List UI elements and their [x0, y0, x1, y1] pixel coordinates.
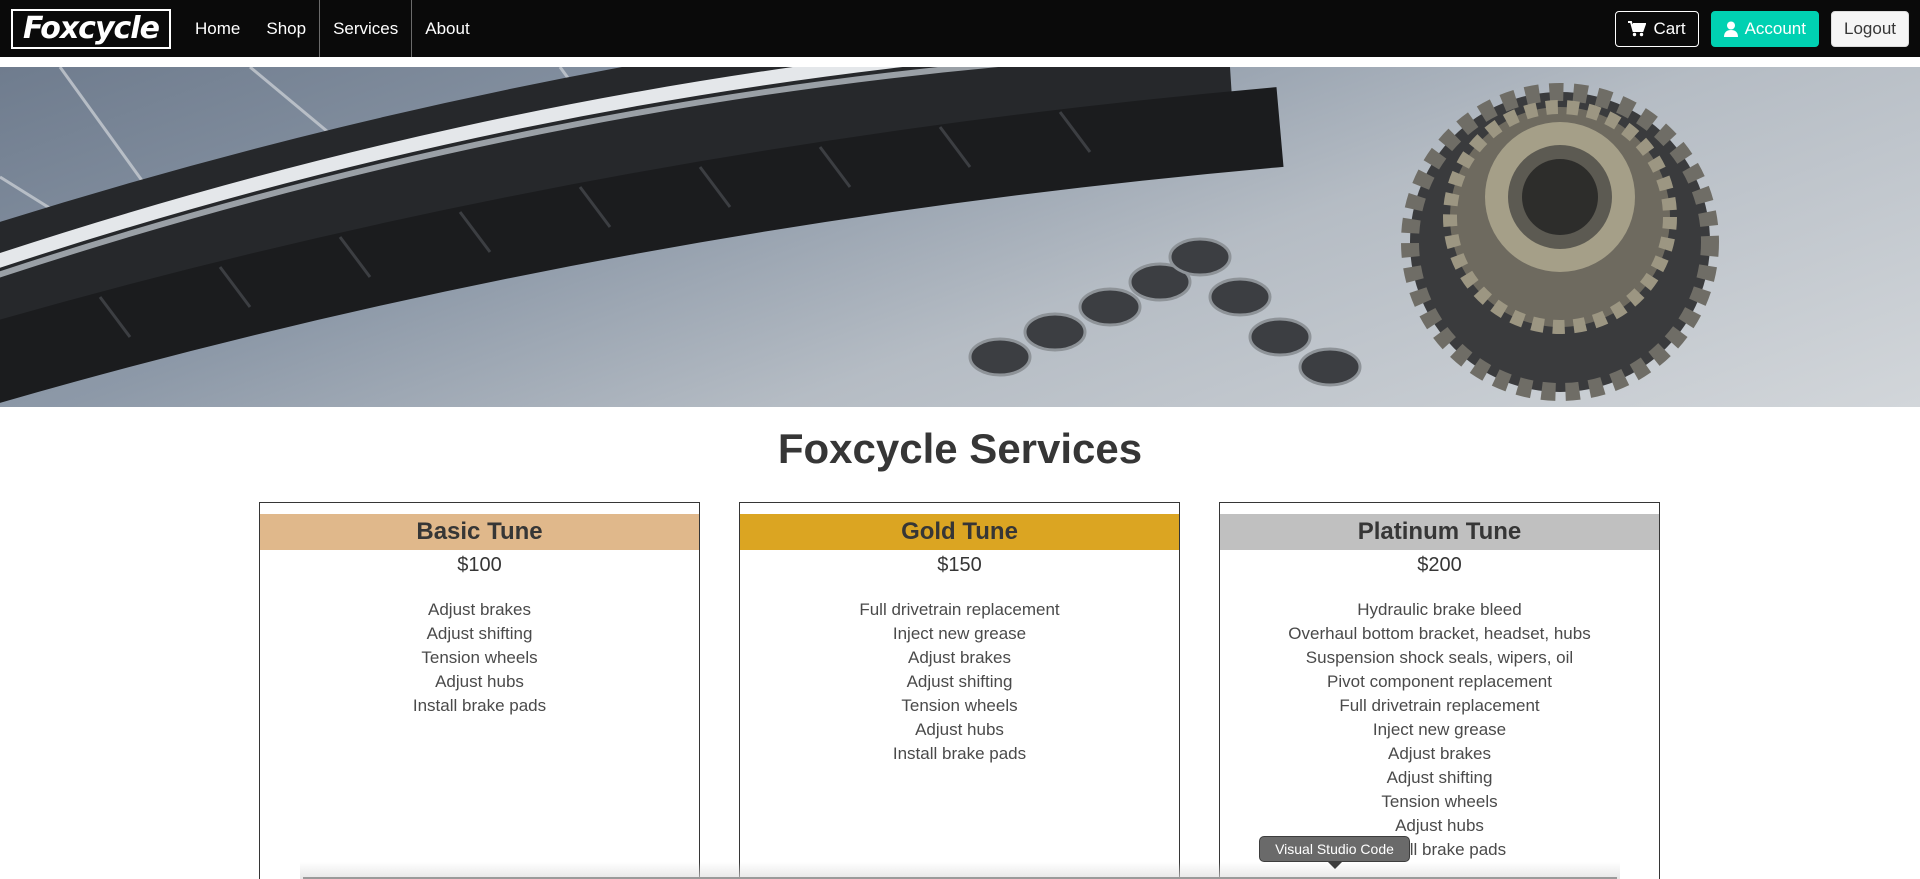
- feature-item: Install brake pads: [412, 696, 547, 715]
- feature-item: Adjust shifting: [906, 672, 1013, 691]
- navbar-actions: Cart Account Logout: [1615, 10, 1909, 47]
- plan-price: $150: [937, 554, 982, 576]
- plan-price: $100: [457, 554, 502, 576]
- account-label: Account: [1744, 18, 1806, 38]
- plan-name: Platinum Tune: [1220, 514, 1659, 550]
- feature-item: Full drivetrain replacement: [1339, 696, 1540, 715]
- feature-item: Adjust shifting: [426, 624, 533, 643]
- page-title: Foxcycle Services: [777, 425, 1143, 472]
- tooltip-arrow: [1328, 862, 1342, 869]
- cart-button[interactable]: Cart: [1615, 10, 1699, 47]
- feature-item: Adjust shifting: [1386, 768, 1493, 787]
- plan-card-gold: Gold Tune $150 Full drivetrain replaceme…: [739, 502, 1180, 879]
- feature-item: Inject new grease: [892, 624, 1027, 643]
- feature-item: Pivot component replacement: [1327, 672, 1552, 691]
- feature-item: Adjust hubs: [915, 720, 1004, 739]
- feature-item: Adjust brakes: [908, 648, 1011, 667]
- account-button[interactable]: Account: [1710, 10, 1819, 47]
- feature-item: Tension wheels: [421, 648, 538, 667]
- plan-name: Gold Tune: [740, 514, 1179, 550]
- navbar: Foxcycle Home Shop Services About Cart A…: [0, 0, 1920, 57]
- feature-item: Overhaul bottom bracket, headset, hubs: [1288, 624, 1591, 643]
- feature-item: Adjust hubs: [1395, 816, 1484, 835]
- nav-link-about[interactable]: About: [412, 0, 482, 57]
- cart-label: Cart: [1653, 18, 1686, 38]
- brand-logo[interactable]: Foxcycle: [11, 8, 171, 49]
- nav-link-services[interactable]: Services: [319, 0, 413, 57]
- logout-button[interactable]: Logout: [1831, 10, 1909, 47]
- feature-item: Tension wheels: [1381, 792, 1498, 811]
- user-icon: [1723, 21, 1738, 37]
- nav-link-home[interactable]: Home: [182, 0, 253, 57]
- plan-name: Basic Tune: [260, 514, 699, 550]
- plan-price: $200: [1417, 554, 1462, 576]
- feature-item: Install brake pads: [892, 744, 1027, 763]
- shopping-cart-icon: [1628, 20, 1647, 37]
- feature-item: Adjust brakes: [1388, 744, 1491, 763]
- hero-image: [0, 67, 1920, 407]
- brand-text: Foxcycle: [23, 11, 160, 46]
- feature-item: Tension wheels: [901, 696, 1018, 715]
- feature-item: Adjust brakes: [428, 600, 531, 619]
- nav-link-shop[interactable]: Shop: [253, 0, 319, 57]
- feature-item: Full drivetrain replacement: [859, 600, 1060, 619]
- plan-card-basic: Basic Tune $100 Adjust brakes Adjust shi…: [259, 502, 700, 879]
- plan-features: Full drivetrain replacement Inject new g…: [740, 598, 1179, 766]
- dock-tooltip: Visual Studio Code: [1259, 836, 1410, 862]
- plan-features: Hydraulic brake bleed Overhaul bottom br…: [1220, 598, 1659, 862]
- feature-item: Adjust hubs: [435, 672, 524, 691]
- plan-card-platinum: Platinum Tune $200 Hydraulic brake bleed…: [1219, 502, 1660, 879]
- feature-item: Hydraulic brake bleed: [1357, 600, 1522, 619]
- logout-label: Logout: [1844, 18, 1896, 38]
- feature-item: Suspension shock seals, wipers, oil: [1305, 648, 1574, 667]
- feature-item: Inject new grease: [1372, 720, 1507, 739]
- plan-features: Adjust brakes Adjust shifting Tension wh…: [260, 598, 699, 718]
